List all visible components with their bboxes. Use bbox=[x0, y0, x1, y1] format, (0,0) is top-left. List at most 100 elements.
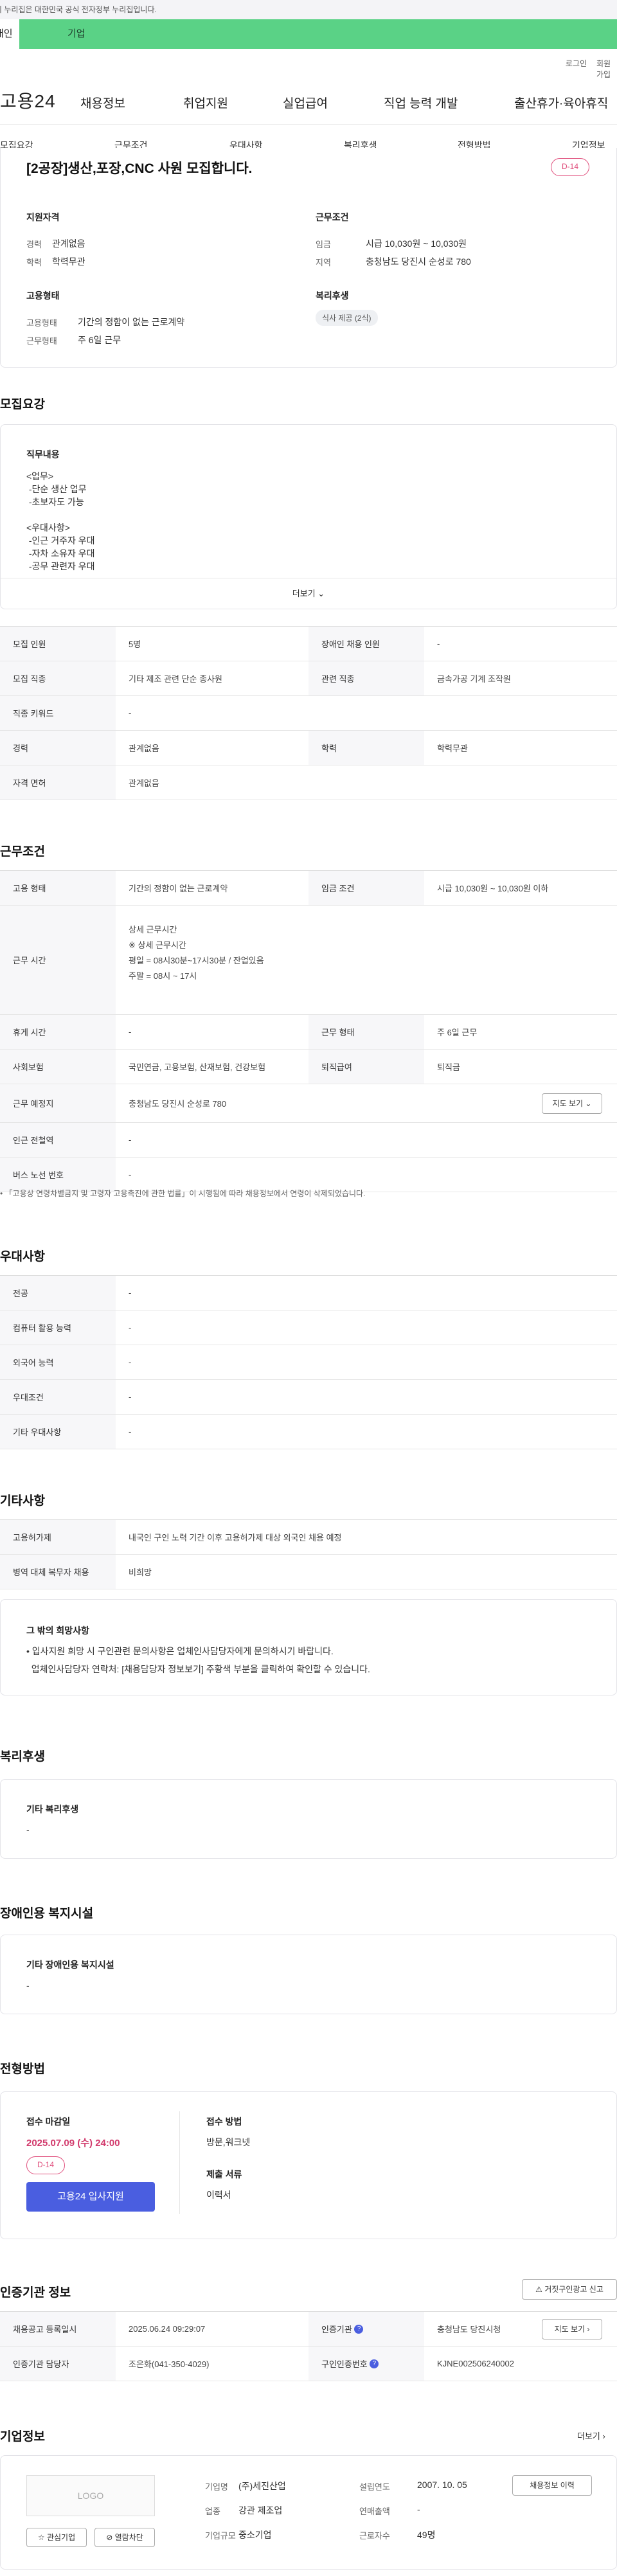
gnb-item-benefit[interactable]: 실업급여 bbox=[283, 94, 328, 111]
page: 이 누리집은 대한민국 공식 전자정부 누리집입니다. 개인 기업 로그인 회원… bbox=[0, 0, 617, 2576]
gnb-item-leave[interactable]: 출산휴가·육아휴직 bbox=[514, 94, 608, 111]
prefer-section-title: 우대사항 bbox=[0, 1250, 45, 1264]
emptype-label: 고용형태 bbox=[26, 318, 57, 328]
company-more-link[interactable]: 더보기 › bbox=[577, 2429, 605, 2442]
info-icon[interactable]: ? bbox=[354, 2324, 364, 2334]
job-summary-card: [2공장]생산,포장,CNC 사원 모집합니다. D-14 지원자격 경력 관계… bbox=[0, 148, 617, 368]
th-cell: 모집 인원 bbox=[0, 627, 116, 661]
etc-section-title: 기타사항 bbox=[0, 1494, 45, 1508]
table-row: 외국어 능력 - bbox=[0, 1345, 617, 1380]
tab-company[interactable]: 기업 bbox=[19, 19, 617, 49]
gnb-item-training[interactable]: 직업 능력 개발 bbox=[384, 94, 458, 111]
est-value: 2007. 10. 05 bbox=[417, 2480, 467, 2490]
th-cell: 모집 직종 bbox=[0, 661, 116, 695]
td-cell: - bbox=[129, 1027, 132, 1037]
th-cell: 외국어 능력 bbox=[0, 1345, 116, 1379]
report-button-label: 거짓구인광고 신고 bbox=[544, 2285, 604, 2294]
workform-value: 주 6일 근무 bbox=[78, 335, 121, 345]
company-more-label: 더보기 bbox=[577, 2431, 600, 2441]
th-cell: 전공 bbox=[0, 1276, 116, 1310]
table-row: 모집 인원 5명 장애인 채용 인원 - bbox=[0, 627, 617, 661]
favorite-company-button[interactable]: ☆ 관심기업 bbox=[26, 2528, 87, 2547]
etc-note-line: 업체인사담당자 연락처: [채용담당자 정보보기] 주황색 부분을 클릭하여 확… bbox=[26, 1664, 370, 1674]
report-icon: ⚠ bbox=[535, 2285, 542, 2294]
hours-line: 주말 = 08시 ~ 17시 bbox=[129, 971, 197, 981]
table-row: 우대조건 - bbox=[0, 1380, 617, 1415]
work-table: 고용 형태 기간의 정함이 없는 근로계약 임금 조건 시급 10,030원 ~… bbox=[0, 870, 617, 1192]
recruit-section-title: 모집요강 bbox=[0, 398, 45, 411]
more-button[interactable]: 더보기 ⌄ bbox=[1, 587, 616, 599]
th-cell: 구인인증번호 ? bbox=[308, 2347, 424, 2381]
td-cell: - bbox=[129, 708, 132, 718]
table-row: 근무 예정지 충청남도 당진시 순성로 780 지도 보기 ⌄ bbox=[0, 1084, 617, 1123]
td-cell: - bbox=[437, 639, 440, 648]
etc-table: 고용허가제 내국인 구인 노력 기간 이후 고용허가제 대상 외국인 채용 예정 병… bbox=[0, 1519, 617, 1589]
welfare-card: 기타 복리후생 - bbox=[0, 1779, 617, 1859]
table-row: 휴게 시간 - 근무 형태 주 6일 근무 bbox=[0, 1015, 617, 1050]
process-section-title: 전형방법 bbox=[0, 2062, 45, 2076]
job-history-button[interactable]: 채용정보 이력 bbox=[512, 2475, 592, 2496]
area-value: 충청남도 당진시 순성로 780 bbox=[366, 256, 471, 267]
login-link[interactable]: 로그인 bbox=[566, 58, 587, 69]
info-icon[interactable]: ? bbox=[370, 2359, 379, 2368]
th-cell: 학력 bbox=[308, 731, 424, 765]
table-row: 버스 노선 번호 - bbox=[0, 1158, 617, 1192]
emptype-value: 기간의 정함이 없는 근로계약 bbox=[78, 317, 185, 327]
th-cell: 근무 시간 bbox=[0, 906, 116, 1014]
docs-title: 제출 서류 bbox=[206, 2169, 242, 2179]
job-content-line: <우대사항> bbox=[26, 523, 70, 533]
disabled-card-value: - bbox=[26, 1980, 30, 1990]
method-value: 방문,워크넷 bbox=[206, 2137, 251, 2147]
job-content-title: 직무내용 bbox=[26, 449, 60, 460]
chevron-right-icon: › bbox=[602, 2431, 605, 2441]
gnb-item-support[interactable]: 취업지원 bbox=[183, 94, 228, 111]
table-row: 고용 형태 기간의 정함이 없는 근로계약 임금 조건 시급 10,030원 ~… bbox=[0, 871, 617, 906]
career-label: 경력 bbox=[26, 240, 42, 249]
th-cell: 고용 형태 bbox=[0, 871, 116, 905]
td-cell: 5명 bbox=[129, 640, 141, 649]
company-section-title: 기업정보 bbox=[0, 2430, 45, 2444]
td-cell: 조은화(041-350-4029) bbox=[129, 2359, 210, 2369]
table-row: 사회보험 국민연금, 고용보험, 산재보험, 건강보험 퇴직급여 퇴직금 bbox=[0, 1050, 617, 1084]
etc-note-card: 그 밖의 희망사항 • 입사지원 희망 시 구인관련 문의사항은 업체인사담당자… bbox=[0, 1599, 617, 1695]
table-row: 고용허가제 내국인 구인 노력 기간 이후 고용허가제 대상 외국인 채용 예정 bbox=[0, 1520, 617, 1555]
th-cell: 근무 형태 bbox=[308, 1015, 424, 1049]
map-button[interactable]: 지도 보기 ⌄ bbox=[542, 1093, 602, 1114]
etc-note-title: 그 밖의 희망사항 bbox=[26, 1625, 89, 1636]
table-row: 자격 면허 관계없음 bbox=[0, 765, 617, 800]
job-content-line bbox=[26, 508, 95, 521]
more-label: 더보기 bbox=[292, 589, 316, 598]
tab-personal[interactable]: 개인 bbox=[0, 19, 19, 49]
company-card: LOGO ☆ 관심기업 ⊘ 열람차단 기업명 (주)세진산업 설립연도 2007… bbox=[0, 2455, 617, 2570]
industry-label: 업종 bbox=[205, 2507, 220, 2516]
table-row: 경력 관계없음 학력 학력무관 bbox=[0, 731, 617, 765]
th-cell: 버스 노선 번호 bbox=[0, 1158, 116, 1192]
hours-line: 평일 = 08시30분~17시30분 / 잔업있음 bbox=[129, 956, 264, 965]
job-content-line: -공무 관련자 우대 bbox=[26, 561, 95, 571]
td-cell: 주 6일 근무 bbox=[437, 1028, 478, 1037]
hours-line: 상세 근무시간 bbox=[129, 925, 177, 935]
report-button[interactable]: ⚠ 거짓구인광고 신고 bbox=[522, 2279, 617, 2300]
th-cell: 채용공고 등록일시 bbox=[0, 2312, 116, 2346]
table-row: 인근 전철역 - bbox=[0, 1123, 617, 1158]
cert-section-title: 인증기관 정보 bbox=[0, 2286, 71, 2300]
site-logo[interactable]: 고용24 bbox=[0, 87, 56, 113]
emp-title: 고용형태 bbox=[26, 291, 60, 301]
recruit-table: 모집 인원 5명 장애인 채용 인원 - 모집 직종 기타 제조 관련 단순 종사원 관련 … bbox=[0, 626, 617, 800]
size-value: 중소기업 bbox=[238, 2530, 272, 2540]
job-content-card: 직무내용 <업무> -단순 생산 업무 -초보자도 가능 <우대사항> -인근 거… bbox=[0, 424, 617, 609]
cert-table: 채용공고 등록일시 2025.06.24 09:29:07 인증기관 ? 충청남… bbox=[0, 2311, 617, 2381]
edu-label: 학력 bbox=[26, 258, 42, 267]
process-card: 접수 마감일 2025.07.09 (수) 24:00 D-14 고용24 입사… bbox=[0, 2091, 617, 2239]
map-button[interactable]: 지도 보기 › bbox=[542, 2319, 602, 2339]
td-cell: 비희망 bbox=[129, 1568, 152, 1577]
etc-note-line: • 입사지원 희망 시 구인관련 문의사항은 업체인사담당자에게 문의하시기 바… bbox=[26, 1646, 334, 1656]
gnb-item-jobs[interactable]: 채용정보 bbox=[80, 94, 125, 111]
block-company-button[interactable]: ⊘ 열람차단 bbox=[94, 2528, 155, 2547]
th-label: 구인인증번호 bbox=[321, 2359, 368, 2369]
job-content-line: -자차 소유자 우대 bbox=[26, 548, 95, 559]
table-row: 직종 키워드 - bbox=[0, 696, 617, 731]
th-cell: 인증기관 담당자 bbox=[0, 2347, 116, 2381]
apply-button[interactable]: 고용24 입사지원 bbox=[26, 2182, 155, 2212]
job-content-line: -초보자도 가능 bbox=[26, 497, 84, 507]
